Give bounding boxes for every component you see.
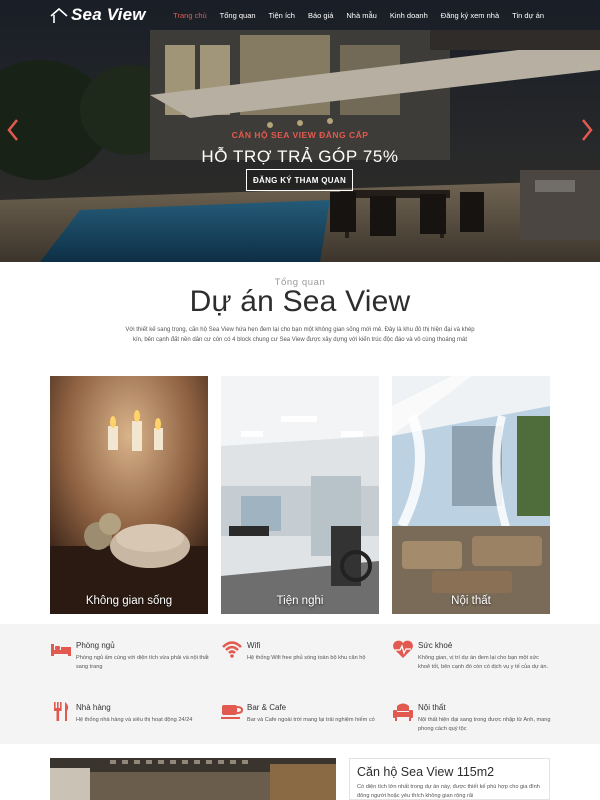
heartbeat-icon (393, 640, 413, 658)
chevron-right-icon[interactable] (580, 118, 594, 142)
card-interior[interactable]: Nội thất (392, 376, 550, 614)
nav-item-news[interactable]: Tin dự án (512, 11, 544, 20)
armchair-icon (393, 703, 413, 721)
coffee-icon (221, 705, 243, 719)
section-description: Với thiết kế sang trọng, căn hộ Sea View… (125, 327, 475, 343)
feature-description: Không gian, vị trí dự án đem lại cho bạn… (418, 655, 549, 670)
feature-title: Nhà hàng (76, 703, 111, 712)
card-label: Tiện nghi (276, 595, 324, 607)
feature-title: Sức khoẻ (418, 641, 453, 650)
apartment-title: Căn hộ Sea View 115m2 (357, 765, 495, 779)
house-logo-icon (50, 7, 68, 23)
card-label: Không gian sống (85, 595, 173, 607)
feature-title: Nội thất (418, 703, 446, 712)
nav-item-business[interactable]: Kinh doanh (390, 11, 428, 20)
card-living-space[interactable]: Không gian sống (50, 376, 208, 614)
feature-title: Bar & Cafe (247, 703, 287, 712)
hero-title: HỖ TRỢ TRẢ GÓP 75% (201, 147, 399, 166)
nav-item-home[interactable]: Trang chủ (173, 11, 207, 20)
apartment-image (50, 758, 336, 800)
section-title: Dự án Sea View (189, 285, 411, 318)
feature-description: Hệ thống nhà hàng và siêu thị hoạt động … (76, 717, 193, 723)
apartment-description: Có diện tích lớn nhất trong dự án này, đ… (357, 784, 540, 799)
feature-description: Bar và Cafe ngoài trời mang lại trải ngh… (247, 717, 375, 723)
bed-icon (51, 644, 71, 656)
features-section: Phòng ngủ Phòng ngủ ấm cúng với diện tíc… (0, 624, 600, 744)
spa-image (50, 376, 208, 614)
feature-description: Phòng ngủ ấm cúng với diện tích vừa phải… (76, 655, 209, 670)
apartment-info-box: Căn hộ Sea View 115m2 Có diện tích lớn n… (349, 758, 550, 800)
logo-text: Sea View (71, 5, 146, 24)
apartment-photo (50, 758, 336, 800)
site-logo[interactable]: Sea View (50, 4, 146, 26)
feature-description: Hệ thống Wifi free phủ sóng toàn bộ khu … (247, 655, 366, 661)
lounge-image (392, 376, 550, 614)
wifi-icon (222, 641, 242, 658)
card-amenities[interactable]: Tiện nghi (221, 376, 379, 614)
feature-title: Wifi (247, 641, 261, 650)
main-nav: Trang chủ Tổng quan Tiện ích Báo giá Nhà… (160, 0, 544, 30)
cutlery-icon (54, 702, 69, 721)
card-label: Nội thất (451, 595, 491, 607)
nav-item-model-house[interactable]: Nhà mẫu (346, 11, 376, 20)
top-navbar: Sea View Trang chủ Tổng quan Tiện ích Bá… (0, 0, 600, 30)
feature-title: Phòng ngủ (76, 641, 115, 650)
hero-subtitle: CĂN HỘ SEA VIEW ĐẲNG CẤP (231, 130, 369, 140)
chevron-left-icon[interactable] (6, 118, 20, 142)
feature-description: Nội thất hiện đại sang trong được nhập t… (418, 717, 551, 732)
nav-item-pricing[interactable]: Báo giá (308, 11, 333, 20)
nav-item-overview[interactable]: Tổng quan (220, 11, 256, 20)
register-visit-button[interactable]: ĐĂNG KÝ THAM QUAN (246, 169, 353, 191)
gym-image (221, 376, 379, 614)
hero-slider: Sea View Trang chủ Tổng quan Tiện ích Bá… (0, 0, 600, 262)
nav-item-amenities[interactable]: Tiện ích (269, 11, 295, 20)
nav-item-register-visit[interactable]: Đăng ký xem nhà (441, 11, 499, 20)
